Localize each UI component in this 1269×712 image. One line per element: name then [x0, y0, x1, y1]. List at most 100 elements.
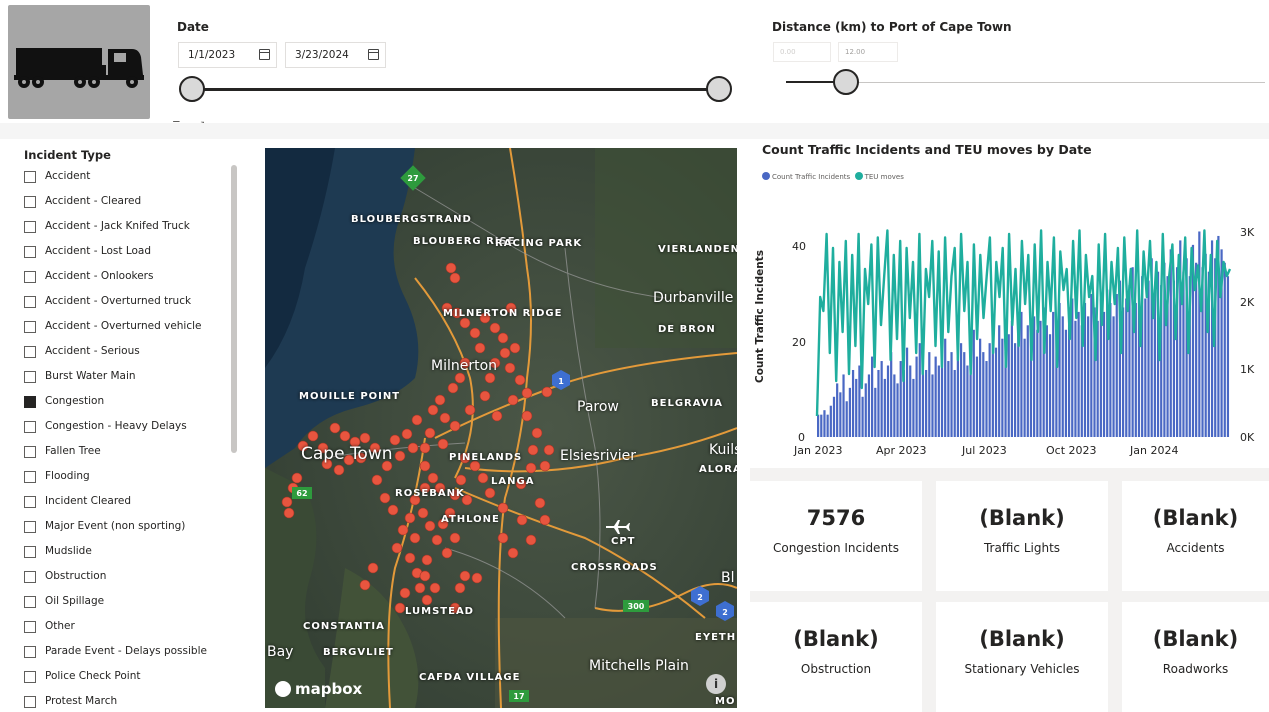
incident-bar[interactable]: [982, 352, 985, 437]
incident-bar[interactable]: [937, 365, 940, 437]
incident-bar[interactable]: [909, 365, 912, 437]
incident-bar[interactable]: [1115, 294, 1118, 437]
checkbox[interactable]: [24, 571, 36, 583]
incident-bar[interactable]: [861, 396, 864, 437]
checkbox[interactable]: [24, 171, 36, 183]
checkbox[interactable]: [24, 196, 36, 208]
incident-bar[interactable]: [1039, 320, 1042, 437]
incident-bar[interactable]: [918, 343, 921, 437]
scrollbar[interactable]: [231, 165, 237, 453]
incident-bar[interactable]: [880, 361, 883, 437]
incident-bar[interactable]: [953, 369, 956, 437]
incident-bar[interactable]: [871, 356, 874, 437]
checkbox[interactable]: [24, 371, 36, 383]
incident-bar[interactable]: [1125, 298, 1128, 437]
checkbox[interactable]: [24, 671, 36, 683]
incident-bar[interactable]: [956, 356, 959, 437]
incident-bar[interactable]: [877, 369, 880, 437]
incident-bar[interactable]: [925, 369, 928, 437]
checkbox[interactable]: [24, 496, 36, 508]
date-slider-start-handle[interactable]: [179, 76, 205, 102]
incident-bar[interactable]: [864, 383, 867, 437]
incident-bar[interactable]: [934, 356, 937, 437]
distance-min-input[interactable]: 0.00: [773, 42, 831, 62]
incident-bar[interactable]: [905, 347, 909, 437]
distance-max-input[interactable]: 12.00: [838, 42, 898, 62]
incident-bar[interactable]: [1090, 294, 1093, 437]
incident-bar[interactable]: [944, 338, 947, 437]
checkbox[interactable]: [24, 621, 36, 633]
incident-bar[interactable]: [886, 365, 890, 437]
incident-bar[interactable]: [1223, 262, 1226, 437]
incident-bar[interactable]: [1064, 329, 1068, 437]
calendar-icon[interactable]: [368, 49, 379, 60]
incident-bar[interactable]: [867, 374, 871, 437]
incident-bar[interactable]: [928, 352, 931, 437]
incident-bar[interactable]: [1023, 338, 1026, 437]
incident-bar[interactable]: [959, 343, 963, 437]
incident-bar[interactable]: [851, 369, 855, 437]
incident-bar[interactable]: [966, 365, 969, 437]
incident-bar[interactable]: [1074, 320, 1077, 437]
checkbox[interactable]: [24, 296, 36, 308]
incident-bar[interactable]: [883, 378, 886, 437]
incident-bar[interactable]: [915, 356, 918, 437]
incident-bar[interactable]: [1026, 325, 1029, 437]
checkbox[interactable]: [24, 346, 36, 358]
distance-slider-handle[interactable]: [833, 69, 859, 95]
incident-bar[interactable]: [836, 383, 839, 437]
checkbox[interactable]: [24, 521, 36, 533]
date-slider-end-handle[interactable]: [706, 76, 732, 102]
incident-bar[interactable]: [1077, 311, 1080, 437]
checkbox[interactable]: [24, 446, 36, 458]
incident-bar[interactable]: [1226, 276, 1230, 437]
incident-bar[interactable]: [947, 361, 950, 437]
incident-bar[interactable]: [1112, 316, 1115, 437]
incident-bar[interactable]: [842, 374, 845, 437]
incident-bar[interactable]: [912, 378, 915, 437]
checkbox[interactable]: [24, 646, 36, 658]
incident-bar[interactable]: [839, 392, 842, 437]
chart-plot[interactable]: [750, 139, 1269, 459]
checkbox[interactable]: [24, 421, 36, 433]
date-slider-track[interactable]: [192, 88, 720, 91]
incident-bar[interactable]: [1045, 325, 1048, 437]
incident-bar[interactable]: [1001, 338, 1004, 437]
incident-bar[interactable]: [829, 405, 832, 437]
incident-bar[interactable]: [874, 387, 877, 437]
incident-bar[interactable]: [1087, 316, 1090, 437]
incident-bar[interactable]: [817, 414, 820, 437]
checkbox[interactable]: [24, 271, 36, 283]
incident-bar[interactable]: [890, 352, 893, 437]
incident-bar[interactable]: [1144, 298, 1147, 437]
checkbox[interactable]: [24, 246, 36, 258]
incident-bar[interactable]: [1198, 231, 1201, 437]
incident-bar[interactable]: [896, 383, 899, 437]
incident-bar[interactable]: [994, 347, 998, 437]
incident-bar[interactable]: [845, 401, 848, 437]
incident-bar[interactable]: [826, 414, 829, 437]
incident-bar[interactable]: [1010, 320, 1014, 437]
incident-bar[interactable]: [979, 338, 982, 437]
incident-bar[interactable]: [931, 374, 934, 437]
incident-bar[interactable]: [1048, 334, 1052, 437]
incident-bar[interactable]: [848, 387, 851, 437]
calendar-icon[interactable]: [259, 49, 270, 60]
incident-bar[interactable]: [1052, 311, 1055, 437]
incident-bar[interactable]: [1102, 311, 1106, 437]
checkbox[interactable]: [24, 696, 36, 708]
incident-bar[interactable]: [975, 356, 979, 437]
incident-bar[interactable]: [1020, 311, 1023, 437]
distance-slider-track[interactable]: [846, 82, 1265, 83]
info-icon[interactable]: i: [706, 674, 726, 694]
incident-bar[interactable]: [823, 410, 826, 437]
checkbox[interactable]: [24, 546, 36, 558]
incident-bar[interactable]: [1036, 329, 1039, 437]
incident-bar[interactable]: [963, 352, 966, 437]
incident-bar[interactable]: [985, 361, 988, 437]
incident-bar[interactable]: [832, 396, 836, 437]
incident-bar[interactable]: [1147, 280, 1150, 437]
incident-bar[interactable]: [1013, 343, 1017, 437]
checkbox[interactable]: [24, 221, 36, 233]
incident-bar[interactable]: [820, 414, 823, 437]
